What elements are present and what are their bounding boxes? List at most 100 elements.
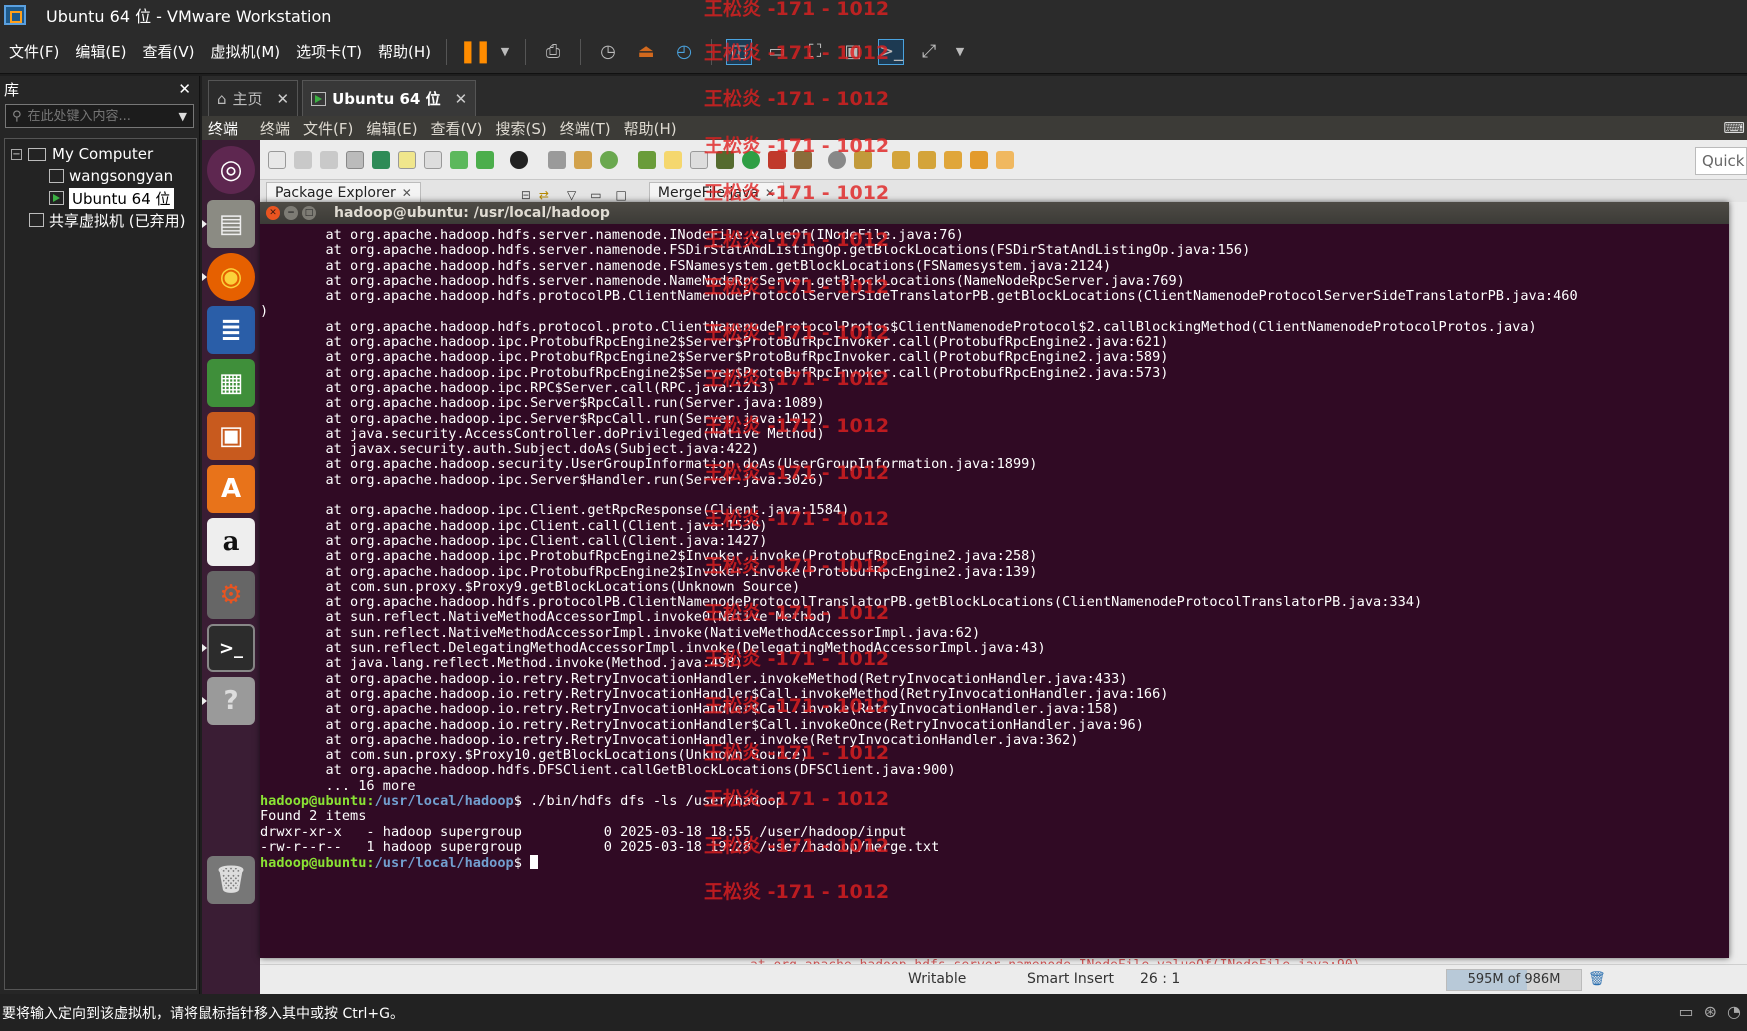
menu-tabs[interactable]: 选项卡(T) <box>289 41 369 62</box>
panel-menu-edit[interactable]: 编辑(E) <box>366 118 417 139</box>
tree-item-my-computer[interactable]: − My Computer <box>5 143 196 165</box>
settings-icon[interactable]: ⚙ <box>207 571 255 619</box>
menu-file[interactable]: 文件(F) <box>2 41 66 62</box>
chevron-down-icon[interactable]: ▼ <box>179 110 187 123</box>
prev-annotation-icon[interactable] <box>918 150 936 169</box>
minimize-icon[interactable]: − <box>284 206 298 220</box>
writer-icon[interactable]: ≣ <box>207 306 255 354</box>
next-annotation-icon[interactable] <box>892 150 910 169</box>
hard-disk-icon[interactable]: ▭ <box>1679 1002 1694 1021</box>
package-icon[interactable] <box>574 150 592 169</box>
close-icon[interactable]: ✕ <box>277 90 290 108</box>
last-edit-icon[interactable] <box>944 150 962 169</box>
user-icon[interactable] <box>510 150 528 169</box>
search-icon[interactable] <box>450 150 468 169</box>
heap-status[interactable]: 595M of 986M <box>1446 969 1582 991</box>
forward-icon[interactable] <box>996 150 1014 169</box>
close-icon[interactable]: ✕ <box>765 186 775 200</box>
impress-icon[interactable]: ▣ <box>207 412 255 460</box>
debug-icon[interactable] <box>638 150 656 169</box>
panel-menu-terminal[interactable]: 终端 <box>260 118 290 139</box>
pause-icon[interactable]: ❚❚ <box>459 39 493 65</box>
save-all-icon[interactable] <box>320 150 338 169</box>
back-icon[interactable] <box>970 150 988 169</box>
revert-snapshot-icon[interactable]: ⏏ <box>633 39 659 65</box>
help-icon[interactable]: ? <box>207 677 255 725</box>
new-file-icon[interactable] <box>268 150 286 169</box>
close-icon[interactable]: ✕ <box>178 80 191 98</box>
garbage-collect-icon[interactable]: 🗑 <box>1588 971 1606 987</box>
toggle-icon[interactable] <box>346 150 364 169</box>
bug-icon[interactable] <box>716 150 734 169</box>
menu-help[interactable]: 帮助(H) <box>371 41 438 62</box>
panel-menu-help[interactable]: 帮助(H) <box>624 118 677 139</box>
sound-icon[interactable]: ◔ <box>1727 1002 1741 1021</box>
template-icon[interactable] <box>690 150 708 169</box>
tab-mergefile-java[interactable]: MergeFile.java ✕ <box>648 182 784 202</box>
stop-icon[interactable] <box>768 150 786 169</box>
quick-access-input[interactable]: Quick <box>1695 147 1747 175</box>
open-type-icon[interactable] <box>828 150 846 169</box>
firefox-icon[interactable]: ◉ <box>207 253 255 301</box>
menu-edit[interactable]: 编辑(E) <box>68 41 133 62</box>
tab-package-explorer[interactable]: Package Explorer ✕ <box>266 182 421 202</box>
unity-icon[interactable]: ▣ <box>840 39 866 65</box>
link-editor-icon[interactable]: ⇄ <box>539 188 549 202</box>
send-ctrl-alt-del-icon[interactable]: ⎙ <box>540 39 566 65</box>
view-menu-icon[interactable]: ▽ <box>567 188 576 202</box>
calc-icon[interactable]: ▦ <box>207 359 255 407</box>
files-icon[interactable]: ▤ <box>207 200 255 248</box>
panel-menu-view[interactable]: 查看(V) <box>431 118 483 139</box>
edit-icon[interactable] <box>664 150 682 169</box>
maximize-icon[interactable]: □ <box>616 188 627 202</box>
close-icon[interactable]: ✕ <box>266 206 280 220</box>
show-library-icon[interactable]: ◫ <box>726 38 753 65</box>
terminal-output[interactable]: at org.apache.hadoop.hdfs.server.namenod… <box>260 224 1729 958</box>
wrench-icon[interactable] <box>854 150 872 169</box>
terminal-window[interactable]: ✕ − □ hadoop@ubuntu: /usr/local/hadoop a… <box>260 202 1729 958</box>
panel-menu-terminal-t[interactable]: 终端(T) <box>560 118 611 139</box>
close-icon[interactable]: ✕ <box>455 90 468 108</box>
menu-view[interactable]: 查看(V) <box>136 41 202 62</box>
refresh-icon[interactable] <box>600 150 618 169</box>
thumbnail-bar-icon[interactable]: ▭ <box>764 39 790 65</box>
software-center-icon[interactable]: A <box>207 465 255 513</box>
keyboard-icon[interactable]: ⌨ <box>1723 119 1745 137</box>
tab-home[interactable]: ⌂ 主页 ✕ <box>208 80 299 116</box>
snapshot-manager-icon[interactable]: ◴ <box>671 39 697 65</box>
tree-item-shared-vms[interactable]: 共享虚拟机 (已弃用) <box>5 209 196 231</box>
collapse-icon[interactable]: − <box>11 148 22 160</box>
menu-vm[interactable]: 虚拟机(M) <box>204 41 288 62</box>
dropdown-arrow-icon[interactable]: ▼ <box>954 39 966 65</box>
minimize-icon[interactable]: ▭ <box>590 188 601 202</box>
library-search-input[interactable] <box>27 108 168 124</box>
panel-menu-file[interactable]: 文件(F) <box>303 118 353 139</box>
tree-item-ubuntu[interactable]: Ubuntu 64 位 <box>5 187 196 209</box>
amazon-icon[interactable]: a <box>207 518 255 566</box>
list-icon[interactable] <box>372 150 390 169</box>
collapse-all-icon[interactable]: ⊟ <box>521 188 531 202</box>
panel-menu-search[interactable]: 搜索(S) <box>496 118 547 139</box>
dropdown-arrow-icon[interactable]: ▼ <box>499 39 511 65</box>
guest-display[interactable]: 终端 终端 文件(F) 编辑(E) 查看(V) 搜索(S) 终端(T) 帮助(H… <box>202 116 1747 994</box>
snapshot-icon[interactable]: ◷ <box>595 39 621 65</box>
task-icon[interactable] <box>398 150 416 169</box>
trash-icon[interactable]: 🗑 <box>207 856 255 904</box>
console-icon[interactable] <box>424 150 442 169</box>
stretch-guest-icon[interactable]: ⤢ <box>916 39 942 65</box>
full-screen-icon[interactable]: ⛶ <box>802 39 828 65</box>
terminal-icon[interactable]: >_ <box>207 624 255 672</box>
run-icon[interactable] <box>742 150 760 169</box>
maximize-icon[interactable]: □ <box>302 206 316 220</box>
library-search[interactable]: ⚲ ▼ <box>5 104 194 128</box>
tab-ubuntu[interactable]: Ubuntu 64 位 ✕ <box>302 80 477 116</box>
network-icon[interactable]: ⊛ <box>1704 1002 1717 1021</box>
tree-item-wangsongyan[interactable]: wangsongyan <box>5 165 196 187</box>
build-icon[interactable] <box>476 150 494 169</box>
external-tools-icon[interactable] <box>794 150 812 169</box>
save-icon[interactable] <box>294 150 312 169</box>
ubuntu-dash-icon[interactable]: ◎ <box>207 146 255 194</box>
console-view-icon[interactable]: >_ <box>878 38 905 65</box>
close-icon[interactable]: ✕ <box>402 186 412 200</box>
pin-icon[interactable] <box>548 150 566 169</box>
